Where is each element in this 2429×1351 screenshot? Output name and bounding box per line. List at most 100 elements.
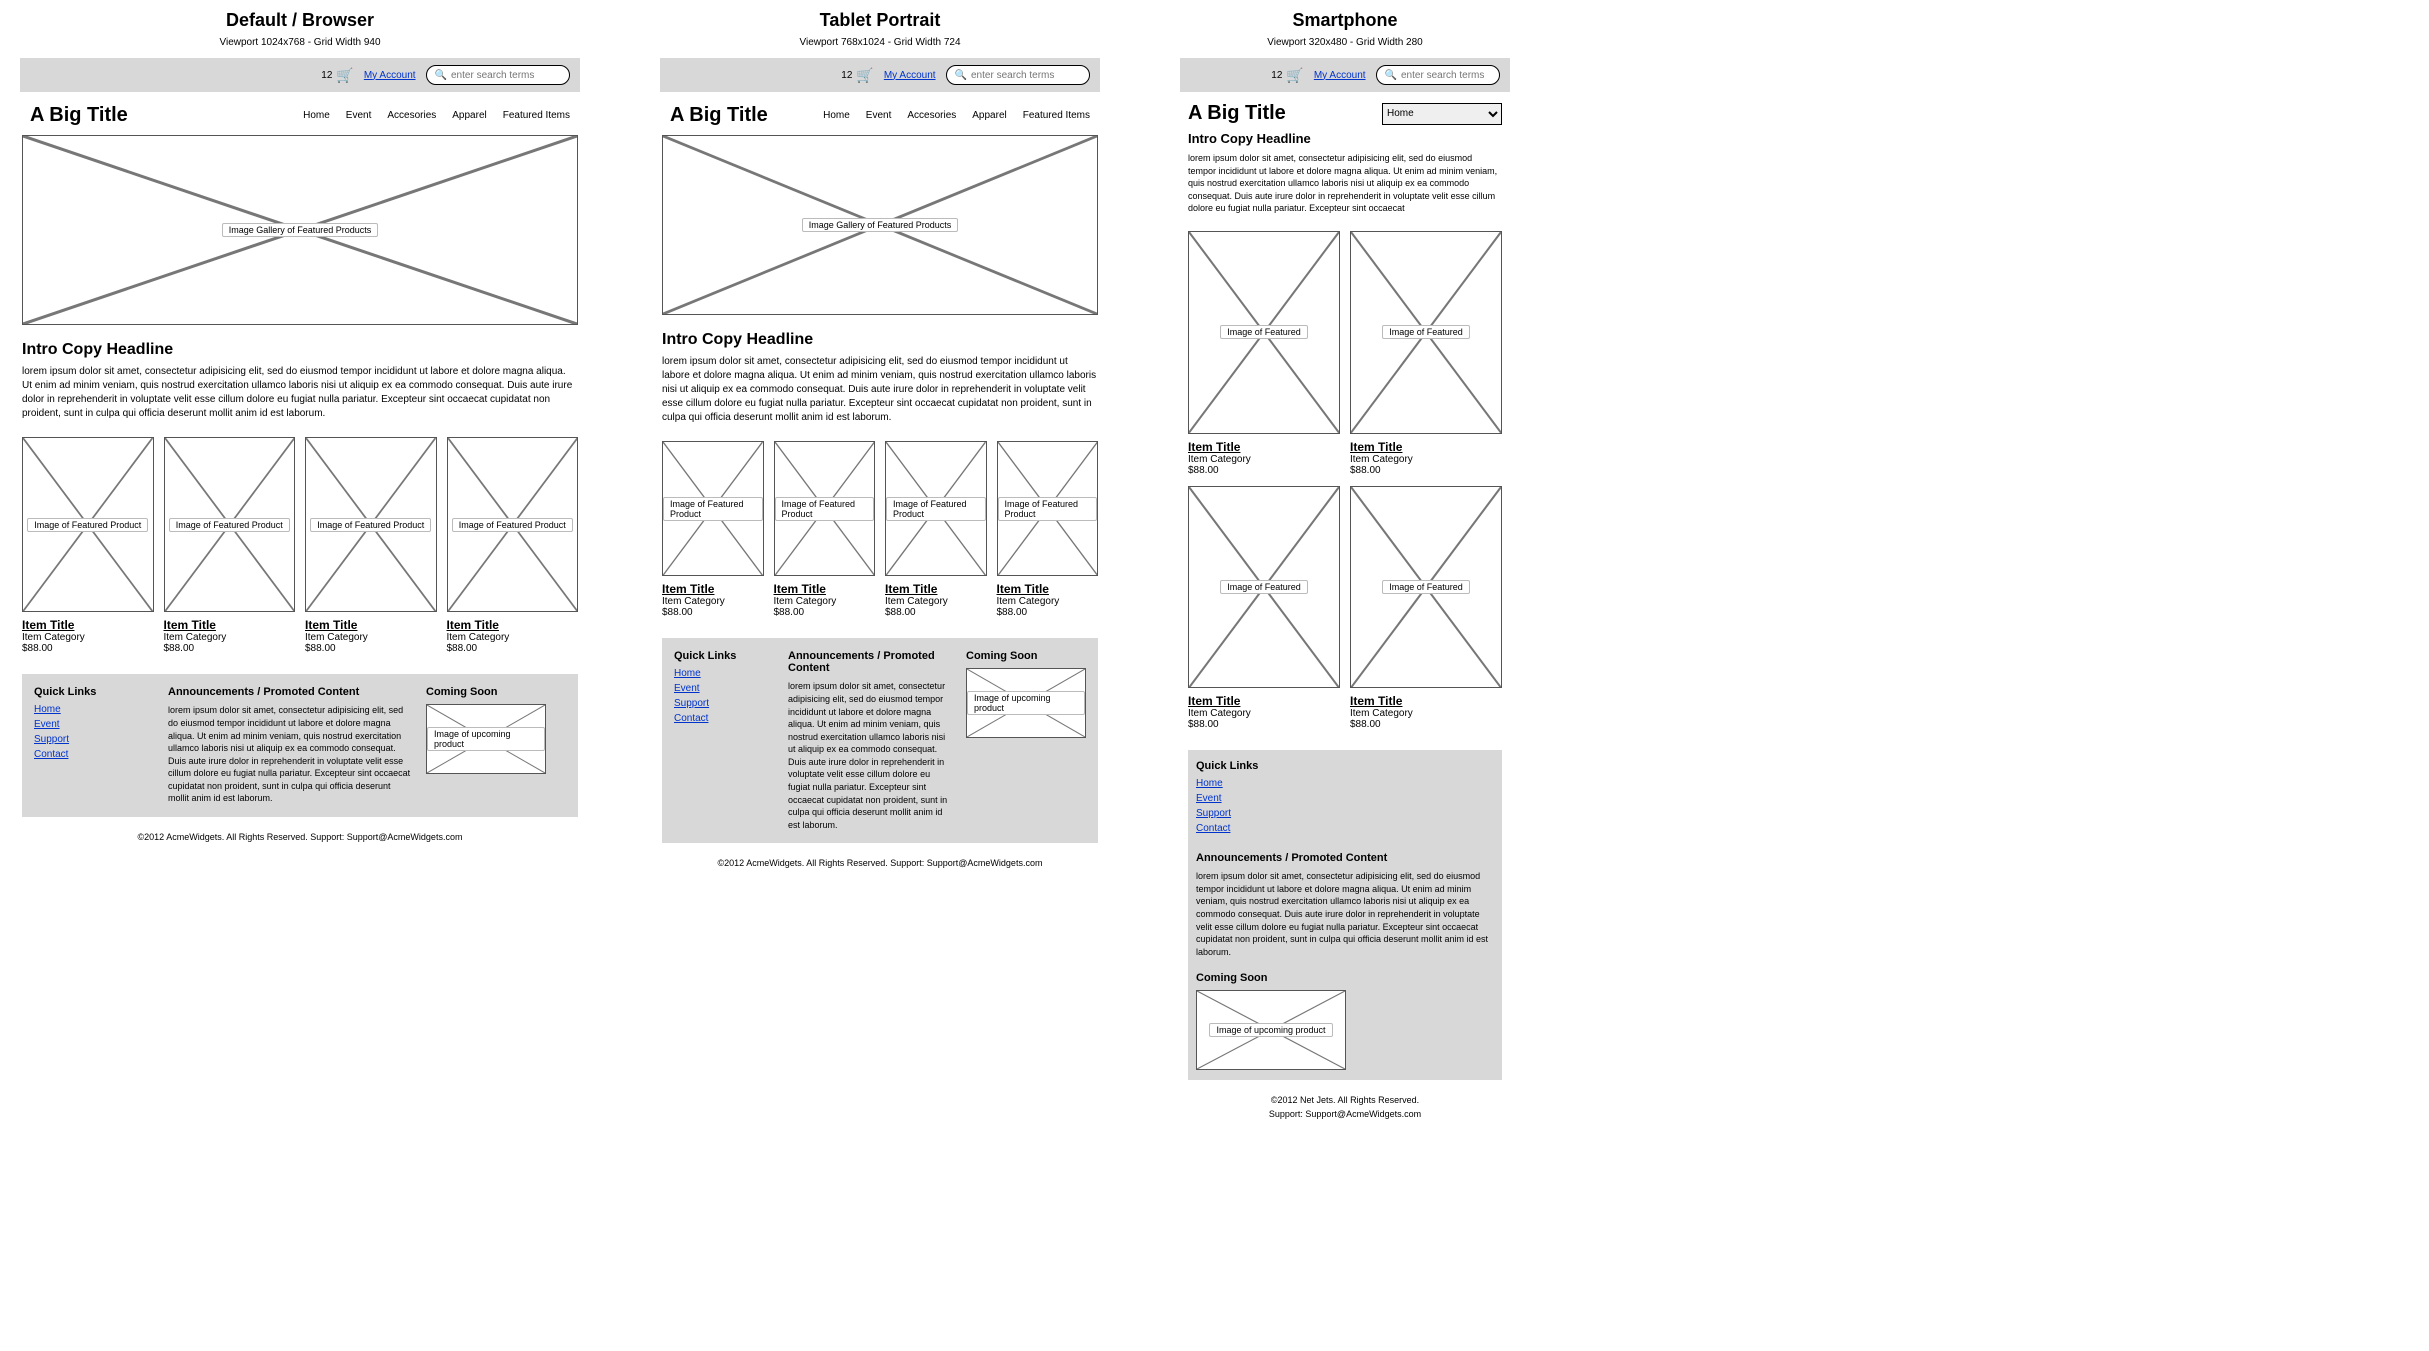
announcements-copy: lorem ipsum dolor sit amet, consectetur …: [168, 704, 412, 805]
product-card[interactable]: Image of Featured Item Title Item Catego…: [1350, 486, 1502, 731]
my-account-link[interactable]: My Account: [364, 70, 416, 81]
product-category: Item Category: [1350, 454, 1502, 465]
product-image-label: Image of Featured Product: [663, 497, 763, 521]
product-title[interactable]: Item Title: [774, 582, 876, 596]
nav-item[interactable]: Featured Items: [503, 110, 570, 121]
cart-icon[interactable]: 🛒: [336, 67, 353, 84]
quicklink-item[interactable]: Support: [674, 698, 774, 709]
product-title[interactable]: Item Title: [447, 618, 579, 632]
product-card[interactable]: Image of Featured Item Title Item Catego…: [1188, 231, 1340, 476]
product-card[interactable]: Image of Featured Product Item Title Ite…: [774, 441, 876, 618]
nav-item[interactable]: Home: [303, 110, 330, 121]
product-title[interactable]: Item Title: [164, 618, 296, 632]
announcements-title: Announcements / Promoted Content: [1196, 852, 1494, 864]
product-price: $88.00: [447, 643, 579, 654]
product-title[interactable]: Item Title: [22, 618, 154, 632]
product-image-label: Image of Featured: [1220, 580, 1308, 594]
intro-copy: lorem ipsum dolor sit amet, consectetur …: [1188, 152, 1502, 215]
product-category: Item Category: [885, 596, 987, 607]
hero-label: Image Gallery of Featured Products: [222, 223, 379, 237]
product-card[interactable]: Image of Featured Product Item Title Ite…: [164, 437, 296, 654]
cart-icon[interactable]: 🛒: [1286, 67, 1303, 84]
product-card[interactable]: Image of Featured Item Title Item Catego…: [1188, 486, 1340, 731]
nav-item[interactable]: Accesories: [387, 110, 436, 121]
product-title[interactable]: Item Title: [1188, 694, 1340, 708]
search-field[interactable]: 🔍: [1376, 65, 1500, 85]
product-title[interactable]: Item Title: [1350, 440, 1502, 454]
product-category: Item Category: [447, 632, 579, 643]
product-title[interactable]: Item Title: [662, 582, 764, 596]
product-price: $88.00: [1188, 465, 1340, 476]
product-card[interactable]: Image of Featured Product Item Title Ite…: [22, 437, 154, 654]
product-category: Item Category: [164, 632, 296, 643]
quicklink-item[interactable]: Home: [1196, 778, 1494, 789]
product-price: $88.00: [774, 607, 876, 618]
product-card[interactable]: Image of Featured Product Item Title Ite…: [662, 441, 764, 618]
quicklink-item[interactable]: Contact: [1196, 823, 1494, 834]
product-title[interactable]: Item Title: [305, 618, 437, 632]
nav-item[interactable]: Event: [866, 110, 892, 121]
coming-soon-title: Coming Soon: [966, 650, 1086, 662]
product-category: Item Category: [22, 632, 154, 643]
product-category: Item Category: [1350, 708, 1502, 719]
coming-soon-label: Image of upcoming product: [967, 691, 1085, 715]
product-image-label: Image of Featured Product: [452, 518, 573, 532]
coming-soon-image[interactable]: Image of upcoming product: [966, 668, 1086, 738]
product-category: Item Category: [997, 596, 1099, 607]
search-input[interactable]: [451, 70, 561, 81]
quicklink-item[interactable]: Support: [1196, 808, 1494, 819]
product-image-label: Image of Featured Product: [775, 497, 875, 521]
quicklink-item[interactable]: Event: [1196, 793, 1494, 804]
my-account-link[interactable]: My Account: [884, 70, 936, 81]
viewport-note-desktop: Viewport 1024x768 - Grid Width 940: [219, 37, 380, 48]
footer-box: Quick Links Home Event Support Contact A…: [662, 638, 1098, 843]
page-title: A Big Title: [670, 104, 768, 127]
coming-soon-title: Coming Soon: [426, 686, 566, 698]
nav-item[interactable]: Event: [346, 110, 372, 121]
quicklink-item[interactable]: Event: [674, 683, 774, 694]
quicklink-item[interactable]: Home: [674, 668, 774, 679]
search-field[interactable]: 🔍: [946, 65, 1090, 85]
nav-item[interactable]: Apparel: [452, 110, 486, 121]
product-title[interactable]: Item Title: [997, 582, 1099, 596]
product-title[interactable]: Item Title: [1350, 694, 1502, 708]
search-input[interactable]: [971, 70, 1081, 81]
product-title[interactable]: Item Title: [1188, 440, 1340, 454]
search-input[interactable]: [1401, 70, 1491, 81]
product-image-label: Image of Featured Product: [310, 518, 431, 532]
my-account-link[interactable]: My Account: [1314, 70, 1366, 81]
nav-item[interactable]: Featured Items: [1023, 110, 1090, 121]
product-card[interactable]: Image of Featured Product Item Title Ite…: [305, 437, 437, 654]
product-card[interactable]: Image of Featured Product Item Title Ite…: [997, 441, 1099, 618]
copyright: ©2012 Net Jets. All Rights Reserved. Sup…: [1188, 1094, 1502, 1121]
product-card[interactable]: Image of Featured Product Item Title Ite…: [885, 441, 987, 618]
intro-headline: Intro Copy Headline: [662, 331, 1098, 349]
product-card[interactable]: Image of Featured Item Title Item Catego…: [1350, 231, 1502, 476]
product-image-label: Image of Featured: [1382, 580, 1470, 594]
quicklink-item[interactable]: Home: [34, 704, 154, 715]
nav-item[interactable]: Home: [823, 110, 850, 121]
quicklink-item[interactable]: Contact: [674, 713, 774, 724]
quicklinks-title: Quick Links: [34, 686, 154, 698]
product-image-label: Image of Featured Product: [886, 497, 986, 521]
nav-item[interactable]: Accesories: [907, 110, 956, 121]
main-nav: Home Event Accesories Apparel Featured I…: [823, 110, 1090, 121]
quicklink-item[interactable]: Contact: [34, 749, 154, 760]
search-field[interactable]: 🔍: [426, 65, 570, 85]
quicklinks-title: Quick Links: [674, 650, 774, 662]
copyright: ©2012 AcmeWidgets. All Rights Reserved. …: [662, 857, 1098, 871]
quicklink-item[interactable]: Support: [34, 734, 154, 745]
hero-gallery[interactable]: Image Gallery of Featured Products: [22, 135, 578, 325]
coming-soon-image[interactable]: Image of upcoming product: [1196, 990, 1346, 1070]
nav-select[interactable]: Home: [1382, 103, 1502, 125]
coming-soon-label: Image of upcoming product: [1209, 1023, 1332, 1037]
coming-soon-image[interactable]: Image of upcoming product: [426, 704, 546, 774]
cart-icon[interactable]: 🛒: [856, 67, 873, 84]
product-title[interactable]: Item Title: [885, 582, 987, 596]
product-card[interactable]: Image of Featured Product Item Title Ite…: [447, 437, 579, 654]
hero-gallery[interactable]: Image Gallery of Featured Products: [662, 135, 1098, 315]
quicklink-item[interactable]: Event: [34, 719, 154, 730]
product-price: $88.00: [1350, 719, 1502, 730]
copyright: ©2012 AcmeWidgets. All Rights Reserved. …: [22, 831, 578, 845]
nav-item[interactable]: Apparel: [972, 110, 1006, 121]
